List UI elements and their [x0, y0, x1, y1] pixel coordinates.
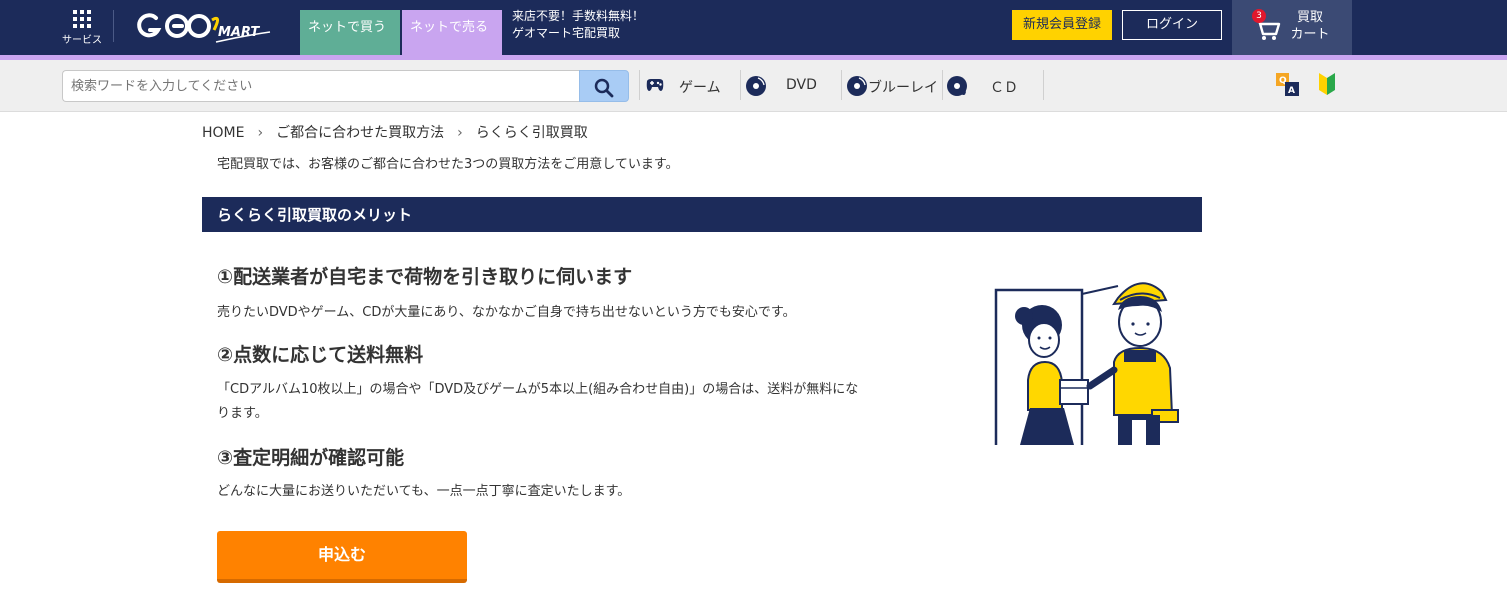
nav-divider: [841, 70, 842, 100]
chevron-right-icon: ›: [457, 125, 463, 141]
nav-item-label: ＣＤ: [990, 80, 1018, 96]
breadcrumb-purchase-methods[interactable]: ご都合に合わせた買取方法: [276, 125, 444, 141]
breadcrumb: HOME › ご都合に合わせた買取方法 › らくらく引取買取: [202, 122, 588, 142]
tab-net-buy[interactable]: ネットで買う: [300, 10, 400, 55]
merit-heading-2: ②点数に応じて送料無料: [217, 344, 424, 366]
promo-line-1: 来店不要！手数料無料！: [512, 9, 645, 23]
svg-text:A: A: [1288, 86, 1295, 96]
nav-divider: [1043, 70, 1044, 100]
beginner-mark-icon[interactable]: [1318, 72, 1336, 96]
grid-menu-icon: [73, 10, 91, 28]
cart-label: 買取 カート: [1290, 9, 1330, 43]
tab-net-sell[interactable]: ネットで売る: [402, 10, 502, 55]
cart-count-badge: 3: [1252, 9, 1266, 23]
search-nav-bar: ゲーム DVD ブルーレイ ＣＤ Q A: [0, 60, 1507, 112]
global-header: サービス MART ネットで買う ネットで売る 来店不要！手数料無料！ ゲオマー…: [0, 0, 1507, 55]
nav-item-label: DVD: [786, 77, 817, 93]
nav-divider: [639, 70, 640, 100]
services-menu-button[interactable]: サービス: [60, 8, 104, 46]
nav-item-bluray[interactable]: ブルーレイ: [846, 75, 941, 97]
intro-text: 宅配買取では、お客様のご都合に合わせた3つの買取方法をご用意しています。: [217, 157, 679, 172]
gamepad-icon: [646, 79, 664, 91]
cart-label-line-1: 買取: [1296, 10, 1323, 25]
promo-text: 来店不要！手数料無料！ ゲオマート宅配買取: [512, 8, 644, 42]
delivery-pickup-illustration: [994, 282, 1179, 445]
disc-icon: [746, 76, 766, 96]
nav-item-label: ブルーレイ: [868, 80, 938, 96]
breadcrumb-home[interactable]: HOME: [202, 125, 244, 141]
music-disc-icon: [947, 76, 967, 96]
login-button[interactable]: ログイン: [1122, 10, 1222, 40]
geo-mart-logo[interactable]: MART: [132, 6, 277, 48]
nav-item-cd[interactable]: ＣＤ: [947, 75, 1037, 97]
search-icon: [594, 78, 614, 98]
cart-label-line-2: カート: [1290, 27, 1330, 42]
services-label: サービス: [62, 35, 102, 46]
merit-heading-1: ①配送業者が自宅まで荷物を引き取りに伺います: [217, 266, 633, 288]
chevron-right-icon: ›: [257, 125, 264, 141]
nav-item-game[interactable]: ゲーム: [644, 75, 734, 97]
section-title: らくらく引取買取のメリット: [202, 197, 1202, 232]
bluray-disc-icon: [847, 76, 867, 96]
qa-icon[interactable]: Q A: [1275, 72, 1301, 98]
nav-divider: [942, 70, 943, 100]
search-button[interactable]: [579, 70, 629, 102]
search-input[interactable]: [62, 70, 580, 102]
promo-line-2: ゲオマート宅配買取: [512, 26, 621, 40]
breadcrumb-current: らくらく引取買取: [475, 125, 588, 141]
nav-item-dvd[interactable]: DVD: [745, 75, 835, 97]
header-divider: [113, 10, 114, 42]
buyback-cart-button[interactable]: 3 買取 カート: [1232, 0, 1352, 55]
merit-text-2: 「CDアルバム10枚以上」の場合や「DVD及びゲームが5本以上(組み合わせ自由)…: [217, 382, 859, 421]
merit-heading-3: ③査定明細が確認可能: [217, 447, 405, 469]
register-button[interactable]: 新規会員登録: [1012, 10, 1112, 40]
merit-text-3: どんなに大量にお送りいただいても、一点一点丁寧に査定いたします。: [217, 484, 631, 499]
apply-button[interactable]: 申込む: [217, 531, 467, 583]
nav-item-label: ゲーム: [679, 80, 721, 96]
nav-divider: [740, 70, 741, 100]
merit-text-1: 売りたいDVDやゲーム、CDが大量にあり、なかなかご自身で持ち出せないという方で…: [217, 305, 796, 320]
